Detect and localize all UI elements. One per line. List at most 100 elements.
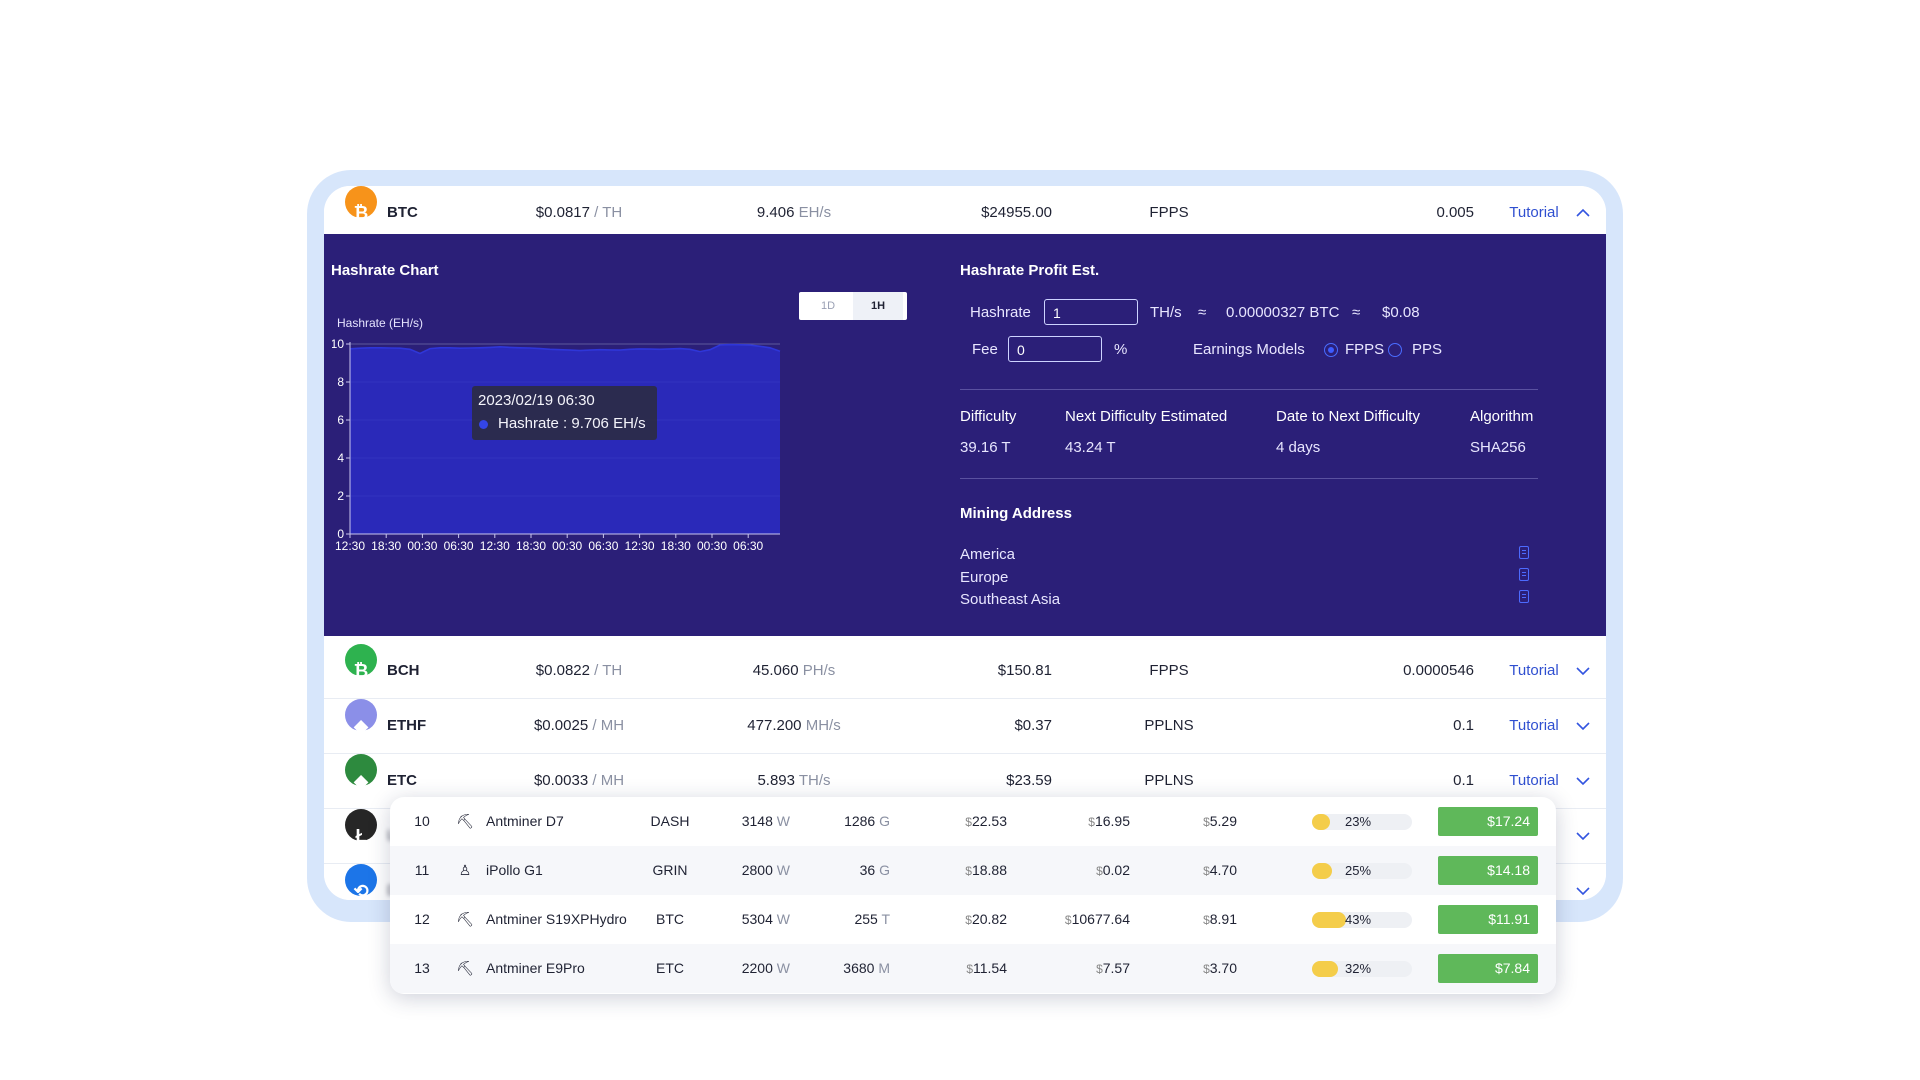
mining-address-title: Mining Address	[960, 505, 1072, 522]
next-difficulty-header: Next Difficulty Estimated	[1065, 408, 1228, 425]
chevron-down-icon[interactable]	[1571, 864, 1595, 900]
radio-fpps[interactable]	[1324, 343, 1338, 357]
miner-cost: $7.57	[1096, 960, 1130, 976]
miner-name: Antminer E9Pro	[486, 960, 585, 976]
litecoin-icon: Ł	[345, 809, 377, 846]
row-index: 12	[414, 911, 430, 927]
payout-model: FPPS	[1149, 662, 1189, 679]
fee-input[interactable]: 0	[1008, 336, 1102, 362]
chevron-down-icon[interactable]	[1571, 699, 1595, 753]
daily-profit-badge: $17.24	[1438, 807, 1538, 836]
min-payout: 0.005	[1436, 204, 1474, 221]
x-tick-label: 18:30	[661, 539, 691, 553]
coin-usd-price: $24955.00	[981, 204, 1052, 221]
tooltip-value: Hashrate : 9.706 EH/s	[498, 415, 646, 432]
profit-bar-fill	[1312, 814, 1330, 830]
series-dot	[479, 420, 488, 429]
miner-hashrate: 36 G	[859, 862, 890, 878]
coin-row-ethf[interactable]: ◆ ETHF $0.0025 / MH 477.200 MH/s $0.37 P…	[324, 699, 1606, 754]
chevron-down-icon[interactable]	[1571, 809, 1595, 863]
x-tick-label: 18:30	[516, 539, 546, 553]
price-per-unit: $0.0025 / MH	[533, 717, 625, 734]
coin-name: BCH	[387, 662, 420, 679]
region-southeast-asia: Southeast Asia	[960, 591, 1061, 608]
x-tick-label: 06:30	[733, 539, 763, 553]
x-tick-label: 18:30	[371, 539, 401, 553]
coin-list-card: ₿ BTC $0.0817 / TH 9.406 EH/s $24955.00 …	[324, 186, 1606, 900]
chevron-down-icon[interactable]	[1571, 644, 1595, 698]
hashrate-chart-title: Hashrate Chart	[331, 262, 439, 279]
difficulty-value: 39.16 T	[960, 439, 1011, 456]
miner-coin: BTC	[656, 911, 684, 927]
payout-model: PPLNS	[1144, 717, 1194, 734]
coin-row-bch[interactable]: ₿ BCH $0.0822 / TH 45.060 PH/s $150.81 F…	[324, 644, 1606, 699]
pickaxe-icon: ⛏	[456, 813, 474, 829]
bitcoin-icon: ₿	[345, 186, 377, 223]
btc-estimate: 0.00000327 BTC	[1226, 304, 1340, 321]
bitcoin-cash-icon: ₿	[345, 644, 377, 681]
chevron-down-icon[interactable]	[1571, 754, 1595, 808]
coin-name: BTC	[387, 204, 418, 221]
row-index: 11	[414, 862, 430, 878]
y-tick-label: 4	[337, 451, 344, 465]
copy-icon[interactable]	[1519, 568, 1529, 581]
next-difficulty-value: 43.24 T	[1065, 439, 1116, 456]
profit-bar-fill	[1312, 863, 1332, 879]
copy-icon[interactable]	[1519, 546, 1529, 559]
region-europe: Europe	[960, 569, 1009, 586]
miner-hashrate: 3680 M	[843, 960, 890, 976]
miner-name: Antminer S19XPHydro	[486, 911, 627, 927]
miner-profit: $8.91	[1203, 911, 1237, 927]
miner-row[interactable]: 12 ⛏ Antminer S19XPHydro BTC 5304 W 255 T $20.…	[390, 895, 1556, 944]
miner-profit: $3.70	[1203, 960, 1237, 976]
miner-profit-table: 10 ⛏ Antminer D7 DASH 3148 W 1286 G $22.53 $16.…	[390, 797, 1556, 994]
daily-profit-badge: $11.91	[1438, 905, 1538, 934]
miner-row[interactable]: 10 ⛏ Antminer D7 DASH 3148 W 1286 G $22.53 $16.…	[390, 797, 1556, 846]
miner-cost: $0.02	[1096, 862, 1130, 878]
x-tick-label: 06:30	[588, 539, 618, 553]
copy-icon[interactable]	[1519, 590, 1529, 603]
miner-hashrate: 255 T	[854, 911, 890, 927]
y-tick-label: 6	[337, 413, 344, 427]
profit-percent: 43%	[1345, 912, 1372, 927]
min-payout: 0.0000546	[1403, 662, 1474, 679]
x-tick-label: 00:30	[407, 539, 437, 553]
x-tick-label: 00:30	[697, 539, 727, 553]
fee-unit: %	[1114, 341, 1128, 358]
date-next-difficulty-header: Date to Next Difficulty	[1276, 408, 1420, 425]
divider	[960, 478, 1538, 479]
miner-row[interactable]: 13 ⛏ Antminer E9Pro ETC 2200 W 3680 M $11.54 $7…	[390, 944, 1556, 993]
profit-bar-fill	[1312, 961, 1338, 977]
difficulty-header: Difficulty	[960, 408, 1017, 425]
miner-row[interactable]: 11 ♙ iPollo G1 GRIN 2800 W 36 G $18.88 $0.02 $4.…	[390, 846, 1556, 895]
algorithm-value: SHA256	[1470, 439, 1526, 456]
miner-coin: GRIN	[652, 862, 688, 878]
y-tick-label: 10	[332, 337, 344, 351]
profit-percent: 23%	[1345, 814, 1372, 829]
miner-profit: $5.29	[1203, 813, 1237, 829]
miner-power: 3148 W	[741, 813, 790, 829]
miner-revenue: $20.82	[965, 911, 1007, 927]
pool-hashrate: 477.200 MH/s	[747, 717, 841, 734]
y-tick-label: 8	[337, 375, 344, 389]
chart-tooltip: 2023/02/19 06:30 Hashrate : 9.706 EH/s	[472, 386, 657, 440]
profit-percent: 25%	[1345, 863, 1372, 878]
hashrate-unit: TH/s	[1150, 304, 1182, 321]
radio-pps[interactable]	[1388, 343, 1402, 357]
coin-usd-price: $150.81	[997, 662, 1052, 679]
hashrate-input[interactable]: 1	[1044, 299, 1138, 325]
coin-usd-price: $0.37	[1014, 717, 1052, 734]
coin-row-btc[interactable]: ₿ BTC $0.0817 / TH 9.406 EH/s $24955.00 …	[324, 186, 1606, 241]
x-tick-label: 00:30	[552, 539, 582, 553]
approx-sign: ≈	[1352, 304, 1361, 321]
hashrate-chart[interactable]: Hashrate (EH/s)024681012:30 18:30 00:30 06:…	[332, 304, 892, 624]
chevron-up-icon[interactable]	[1571, 186, 1595, 240]
miner-revenue: $18.88	[965, 862, 1007, 878]
usd-estimate: $0.08	[1382, 304, 1420, 321]
radio-pps-label[interactable]: PPS	[1412, 341, 1442, 358]
btc-detail-panel: Hashrate Chart 1D 1H Hashrate (EH/s) 0 2 4 6…	[324, 234, 1606, 636]
profit-percent: 32%	[1345, 961, 1372, 976]
pickaxe-icon: ⛏	[456, 911, 474, 927]
earnings-models-label: Earnings Models	[1193, 341, 1305, 358]
radio-fpps-label[interactable]: FPPS	[1345, 341, 1384, 358]
